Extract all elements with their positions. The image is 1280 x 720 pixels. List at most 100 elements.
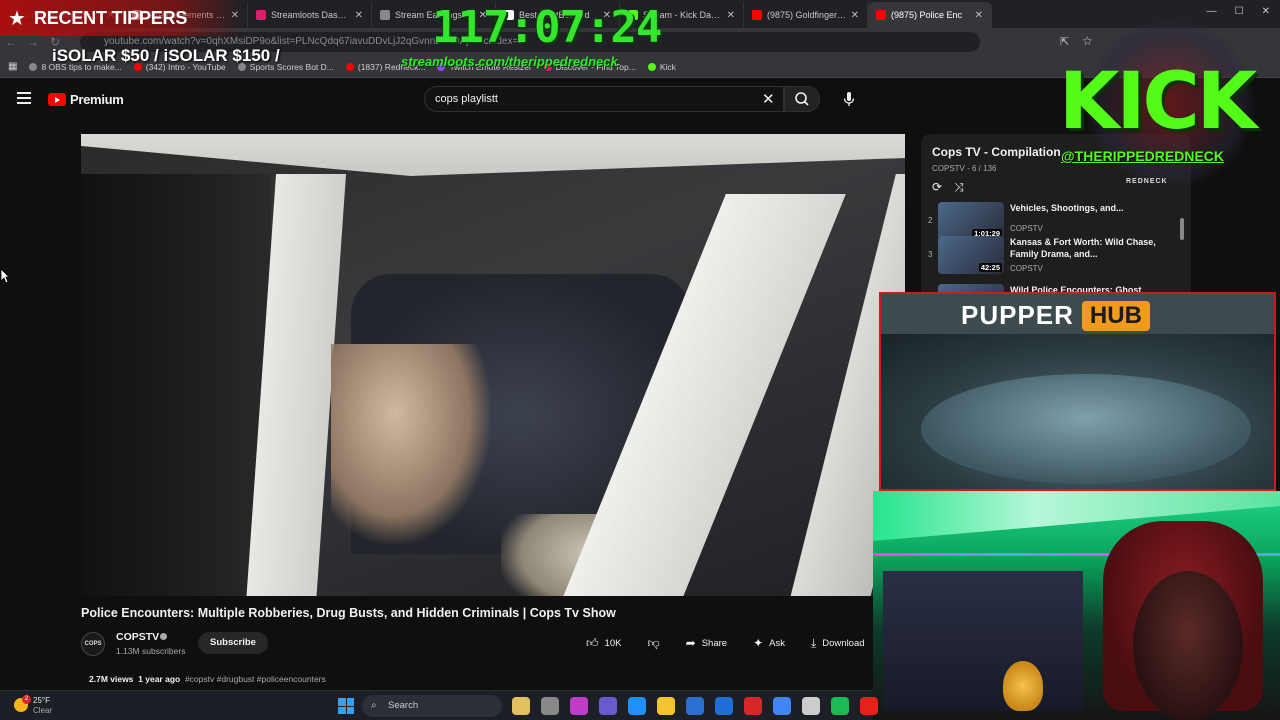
taskbar-app-icon[interactable] (773, 697, 791, 715)
taskbar-app-icon[interactable] (570, 697, 588, 715)
video-scene-officer (331, 344, 491, 544)
taskbar-search[interactable]: ⌕ Search (362, 695, 502, 717)
windows-start-icon[interactable] (338, 698, 354, 714)
taskbar-app-icon[interactable] (831, 697, 849, 715)
browser-tab[interactable]: (9875) Police Enc ✕ (868, 2, 992, 28)
playlist-title[interactable]: Cops TV - Compilation (932, 145, 1061, 159)
ask-label: Ask (769, 637, 785, 649)
video-player[interactable] (81, 134, 905, 596)
tab-close-icon[interactable]: ✕ (355, 10, 363, 21)
tab-close-icon[interactable]: ✕ (727, 10, 735, 21)
playlist-item-title: Kansas & Fort Worth: Wild Chase, Family … (1010, 237, 1156, 259)
hashtags[interactable]: #copstv #drugbust #policeencounters (185, 674, 326, 684)
download-label: Download (822, 637, 865, 649)
taskbar-app-icon[interactable] (628, 697, 646, 715)
view-count: 2.7M views (89, 674, 134, 684)
youtube-play-icon (48, 93, 66, 106)
search-icon: ⌕ (371, 700, 377, 711)
taskbar-apps (512, 697, 878, 715)
tab-favicon-icon (256, 10, 266, 20)
playlist-subtitle: COPSTV - 6 / 136 (932, 164, 997, 173)
taskbar-app-icon[interactable] (599, 697, 617, 715)
taskbar-app-icon[interactable] (860, 697, 878, 715)
taskbar-app-icon[interactable] (686, 697, 704, 715)
taskbar-app-icon[interactable] (512, 697, 530, 715)
tab-close-icon[interactable]: ✕ (851, 10, 859, 21)
streamer-webcam (873, 491, 1280, 720)
tab-favicon-icon (752, 10, 762, 20)
channel-name[interactable]: COPSTV (116, 631, 159, 643)
pupper-hub-cam: PUPPER HUB (879, 292, 1276, 491)
maximize-icon[interactable]: ☐ (1235, 6, 1244, 17)
video-scene-door (81, 174, 271, 596)
screen: StreamElements - Cr✕StreamElements - rip… (0, 0, 1280, 720)
bookmark-star-icon[interactable]: ☆ (1082, 34, 1093, 48)
download-icon: ⤓ (810, 635, 817, 650)
video-description-line[interactable]: 2.7M views 1 year ago #copstv #drugbust … (89, 674, 326, 684)
taskbar-app-icon[interactable] (541, 697, 559, 715)
youtube-logo[interactable]: Premium (48, 92, 124, 107)
pupper-hub-logo: PUPPER HUB (961, 300, 1150, 331)
playlist-item-duration: 42:25 (978, 263, 1002, 272)
playlist-item-channel: COPSTV (1010, 224, 1043, 233)
install-icon[interactable]: ⇱ (1060, 35, 1069, 48)
close-window-icon[interactable]: ✕ (1262, 6, 1270, 17)
window-controls: — ☐ ✕ (1207, 6, 1270, 17)
subscribe-button[interactable]: Subscribe (198, 632, 268, 654)
thumbs-down-icon: 👎︎ (647, 635, 660, 650)
weather-widget[interactable]: 2 25°F Clear (14, 695, 74, 717)
browser-tab[interactable]: Streamloots Dashbo ✕ (248, 2, 372, 28)
channel-avatar[interactable]: COPS (81, 632, 105, 656)
like-button[interactable]: 👍︎ 10K (576, 632, 632, 654)
streamloots-url: streamloots.com/therippedredneck (401, 54, 618, 69)
bookmark-item[interactable]: Kick (647, 61, 676, 72)
bookmark-favicon-icon (29, 62, 38, 71)
kick-logo: KICK (1059, 57, 1257, 147)
share-button[interactable]: ➦ Share (675, 632, 738, 654)
ask-button[interactable]: ✦ Ask (743, 632, 795, 654)
loop-icon[interactable]: ⟳ (932, 180, 942, 195)
taskbar-app-icon[interactable] (715, 697, 733, 715)
download-button[interactable]: ⤓ Download (800, 632, 875, 654)
playlist-scrollbar[interactable] (1180, 218, 1184, 240)
playlist-item-channel: COPSTV (1010, 264, 1043, 273)
subscriber-count: 1.13M subscribers (116, 646, 186, 656)
taskbar-app-icon[interactable] (802, 697, 820, 715)
hub-word: HUB (1081, 300, 1150, 331)
upload-age: 1 year ago (138, 674, 181, 684)
forward-icon[interactable]: → (22, 35, 44, 49)
share-icon: ➦ (685, 636, 696, 650)
video-actions: 👍︎ 10K 👎︎ ➦ Share ✦ Ask ⤓ Download (576, 632, 875, 654)
minimize-icon[interactable]: — (1207, 6, 1217, 17)
playlist-item-thumbnail: 42:25 (938, 236, 1004, 274)
bookmark-label: Kick (659, 61, 676, 72)
apps-grid-icon[interactable]: ▦ (8, 61, 17, 72)
tab-title: (9875) Police Enc (891, 10, 963, 20)
tab-close-icon[interactable]: ✕ (975, 10, 983, 21)
search-input[interactable]: cops playlistt (424, 86, 784, 112)
star-icon: ★ (8, 7, 26, 30)
dislike-button[interactable]: 👎︎ (637, 632, 670, 654)
shuffle-icon[interactable]: ⤨ (954, 180, 964, 195)
share-label: Share (701, 637, 728, 649)
back-icon[interactable]: ← (0, 35, 22, 49)
playlist-item-title: Vehicles, Shootings, and... (1010, 203, 1124, 213)
taskbar-app-icon[interactable] (744, 697, 762, 715)
webcam-streamer (1133, 571, 1243, 720)
playlist-item[interactable]: 3 42:25 Kansas & Fort Worth: Wild Chase, F… (921, 236, 1181, 280)
search-icon (795, 92, 809, 106)
taskbar-app-icon[interactable] (657, 697, 675, 715)
mouse-cursor-icon (0, 268, 10, 284)
youtube-logo-label: Premium (70, 92, 124, 107)
voice-search-button[interactable] (836, 86, 862, 112)
windows-taskbar: 2 25°F Clear ⌕ Search (0, 690, 878, 720)
menu-icon[interactable] (17, 92, 31, 104)
webcam-figurine (1003, 661, 1043, 711)
pupper-word: PUPPER (961, 300, 1074, 330)
search-button[interactable] (784, 86, 820, 112)
taskbar-search-placeholder: Search (388, 700, 419, 711)
browser-tab[interactable]: (9875) Goldfinger - S ✕ (744, 2, 868, 28)
redneck-text: REDNECK (1126, 178, 1168, 185)
clear-search-icon[interactable]: ✕ (762, 90, 775, 108)
tab-title: (9875) Goldfinger - S (767, 10, 847, 20)
